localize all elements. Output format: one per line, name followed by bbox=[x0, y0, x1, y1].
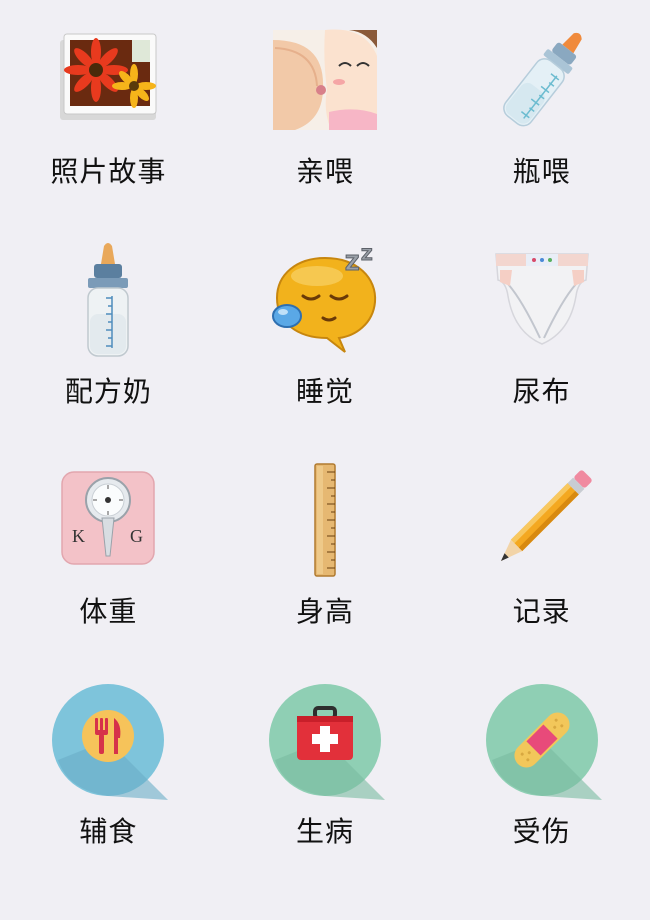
tile-label: 辅食 bbox=[79, 815, 138, 848]
tile-height[interactable]: 身高 bbox=[217, 460, 434, 680]
tile-photo-story[interactable]: 照片故事 bbox=[0, 20, 217, 240]
tile-solid-food[interactable]: 辅食 bbox=[0, 680, 217, 900]
ruler-icon bbox=[265, 460, 385, 580]
svg-text:G: G bbox=[130, 526, 143, 546]
tile-label: 亲喂 bbox=[295, 155, 354, 188]
tile-label: 照片故事 bbox=[50, 155, 167, 188]
tile-sick[interactable]: 生病 bbox=[217, 680, 434, 900]
svg-text:Z: Z bbox=[361, 245, 373, 264]
tile-label: 记录 bbox=[512, 595, 571, 628]
tile-label: 配方奶 bbox=[64, 375, 152, 408]
tile-weight[interactable]: K G 体重 bbox=[0, 460, 217, 680]
tile-label: 尿布 bbox=[512, 375, 571, 408]
diaper-icon bbox=[482, 240, 602, 360]
svg-text:Z: Z bbox=[345, 251, 360, 275]
tile-record[interactable]: 记录 bbox=[433, 460, 650, 680]
tile-sleep[interactable]: Z Z 睡觉 bbox=[217, 240, 434, 460]
scale-icon: K G bbox=[48, 460, 168, 580]
tile-bottle-feeding[interactable]: 瓶喂 bbox=[433, 20, 650, 240]
tile-label: 睡觉 bbox=[295, 375, 354, 408]
tile-label: 体重 bbox=[79, 595, 138, 628]
pencil-icon bbox=[482, 460, 602, 580]
tile-injury[interactable]: 受伤 bbox=[433, 680, 650, 900]
tile-label: 受伤 bbox=[512, 815, 571, 848]
tile-diaper[interactable]: 尿布 bbox=[433, 240, 650, 460]
breastfeeding-icon bbox=[265, 20, 385, 140]
svg-text:K: K bbox=[72, 526, 85, 546]
tile-label: 身高 bbox=[295, 595, 354, 628]
bandage-icon bbox=[482, 680, 602, 800]
formula-bottle-icon bbox=[48, 240, 168, 360]
sleep-icon: Z Z bbox=[265, 240, 385, 360]
bottle-icon bbox=[482, 20, 602, 140]
tile-formula[interactable]: 配方奶 bbox=[0, 240, 217, 460]
photo-icon bbox=[48, 20, 168, 140]
first-aid-icon bbox=[265, 680, 385, 800]
food-icon bbox=[48, 680, 169, 800]
tile-breastfeeding[interactable]: 亲喂 bbox=[217, 20, 434, 240]
tile-label: 生病 bbox=[295, 815, 354, 848]
tile-label: 瓶喂 bbox=[512, 155, 571, 188]
feature-grid: 照片故事 亲喂 瓶喂 配方奶 Z Z 睡觉 尿布 K G 体重 身高 记录 辅食… bbox=[0, 0, 650, 920]
